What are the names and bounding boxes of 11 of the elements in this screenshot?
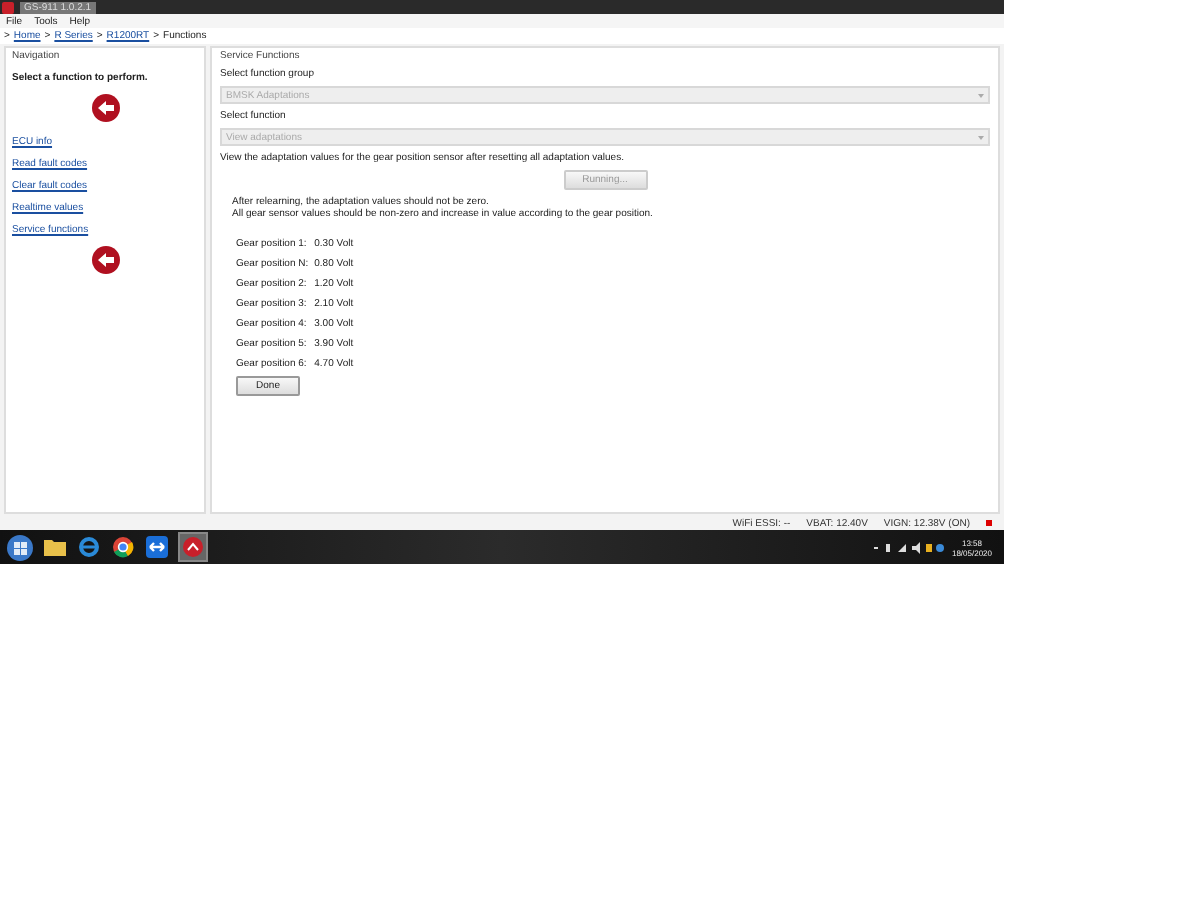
caret-icon xyxy=(978,93,984,97)
app-logo-icon[interactable] xyxy=(182,536,204,558)
start-button-icon[interactable] xyxy=(6,533,34,561)
browser-e-icon[interactable] xyxy=(78,536,100,558)
app-logo-icon xyxy=(2,1,14,13)
caret-icon xyxy=(978,135,984,139)
remote-arrows-icon[interactable] xyxy=(146,536,168,558)
folder-icon[interactable] xyxy=(44,538,66,556)
status-indicator-icon xyxy=(986,520,992,526)
tray-icons-drawing xyxy=(871,541,944,553)
chrome-browser-icon[interactable] xyxy=(112,536,134,558)
